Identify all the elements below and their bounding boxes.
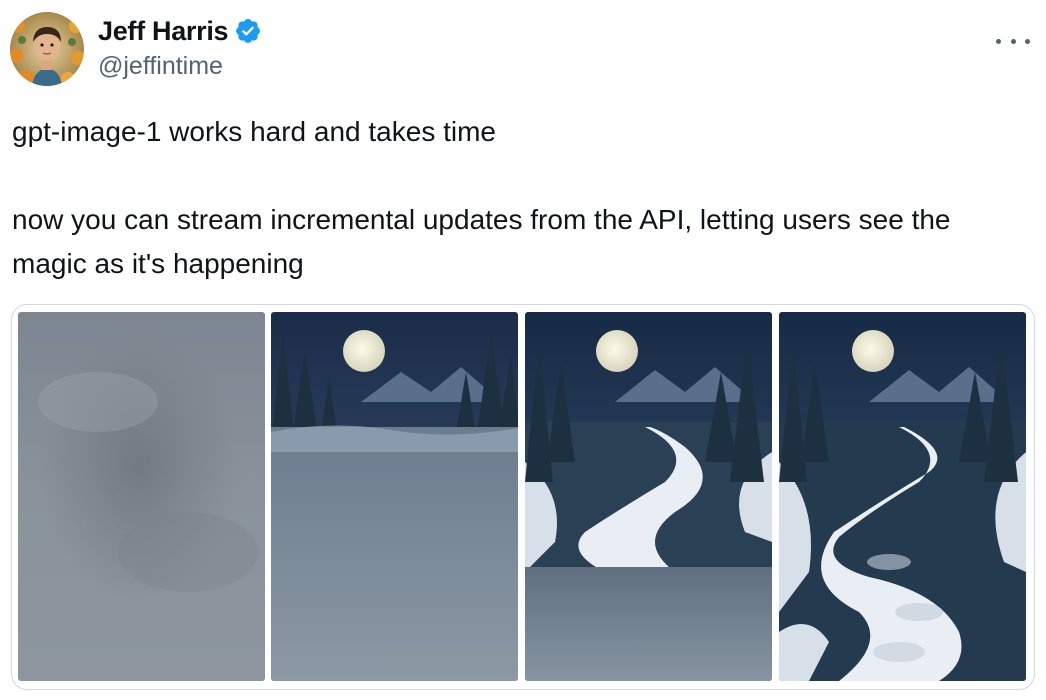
frame-4-image xyxy=(779,312,1026,681)
user-handle[interactable]: @jeffintime xyxy=(98,52,262,81)
avatar-image xyxy=(10,12,84,86)
media-frame-3[interactable] xyxy=(525,312,772,681)
more-dot xyxy=(1025,38,1030,44)
frame-1-image xyxy=(18,312,265,681)
name-row: Jeff Harris xyxy=(98,12,262,50)
media-frame-2[interactable] xyxy=(271,312,518,681)
author-block: Jeff Harris @jeffintime xyxy=(98,12,262,81)
verified-badge-icon xyxy=(236,19,261,43)
media-container xyxy=(11,304,1035,690)
media-frame-4[interactable] xyxy=(779,312,1026,681)
tweet-line-1: gpt-image-1 works hard and takes time xyxy=(12,116,496,147)
media-frame-1[interactable] xyxy=(18,312,265,681)
tweet-text: gpt-image-1 works hard and takes time no… xyxy=(12,110,1032,286)
more-options-icon xyxy=(996,38,1001,44)
frame-3-image xyxy=(525,312,772,681)
tweet-line-2: now you can stream incremental updates f… xyxy=(12,204,951,279)
frame-2-image xyxy=(271,312,518,681)
more-dot xyxy=(1010,38,1016,44)
more-options-button[interactable] xyxy=(996,30,1030,52)
avatar[interactable] xyxy=(10,12,84,86)
display-name[interactable]: Jeff Harris xyxy=(98,16,229,47)
